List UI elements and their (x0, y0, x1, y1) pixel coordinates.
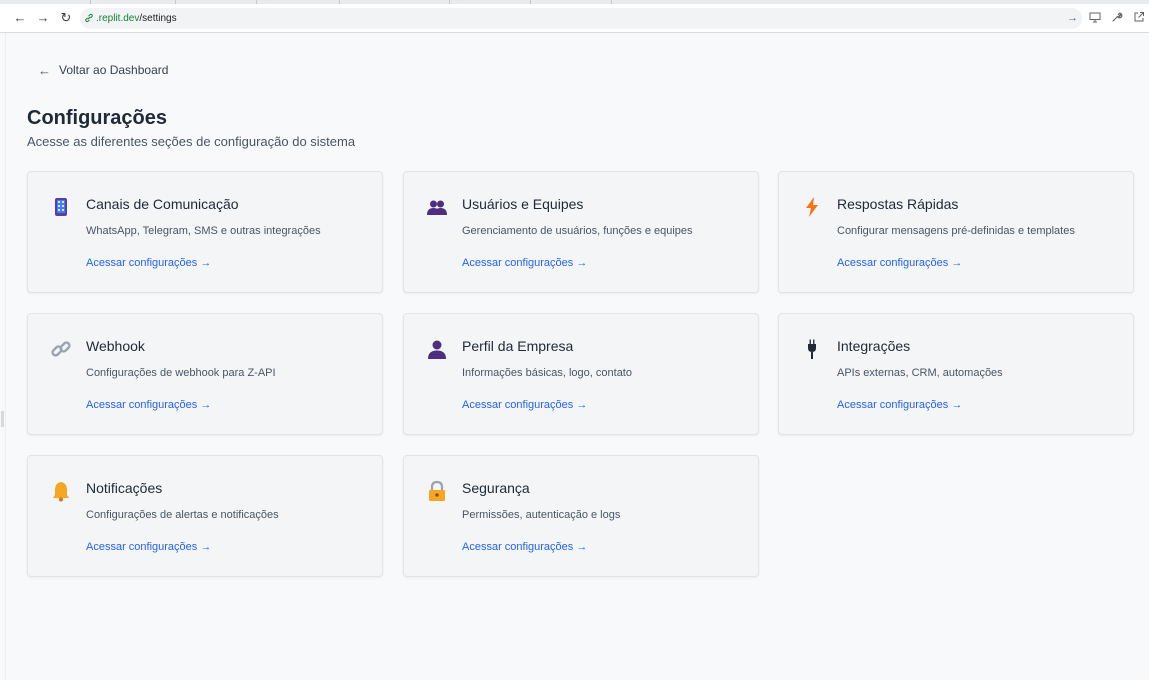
bell-icon (50, 480, 72, 502)
card-description: Configurar mensagens pré-definidas e tem… (837, 225, 1075, 237)
card-access-link[interactable]: Acessar configurações → (86, 398, 211, 412)
resize-handle[interactable] (1, 411, 4, 427)
card-title: Integrações (837, 338, 911, 354)
card-access-link[interactable]: Acessar configurações → (86, 256, 211, 270)
card-title: Segurança (462, 480, 530, 496)
lock-icon (426, 480, 448, 502)
settings-card-usuarios[interactable]: Usuários e Equipes Gerenciamento de usuá… (403, 171, 759, 293)
smartphone-icon (50, 196, 72, 218)
external-link-icon[interactable] (1132, 11, 1146, 25)
card-access-link[interactable]: Acessar configurações → (86, 540, 211, 554)
link-icon (84, 11, 94, 25)
card-title: Perfil da Empresa (462, 338, 574, 354)
page-subtitle: Acesse as diferentes seções de configura… (27, 134, 356, 149)
card-description: Configurações de webhook para Z-API (86, 367, 276, 379)
plug-icon (801, 338, 823, 360)
settings-card-integracoes[interactable]: Integrações APIs externas, CRM, automaçõ… (778, 313, 1134, 435)
url-text: .replit.dev/settings (96, 12, 177, 25)
settings-card-webhook[interactable]: Webhook Configurações de webhook para Z-… (27, 313, 383, 435)
users-icon (426, 196, 448, 218)
card-access-link[interactable]: Acessar configurações → (462, 540, 587, 554)
card-description: APIs externas, CRM, automações (837, 367, 1003, 379)
card-title: Notificações (86, 480, 163, 496)
card-title: Canais de Comunicação (86, 196, 239, 212)
url-host: .replit.dev (96, 13, 140, 24)
reload-icon[interactable]: ↻ (58, 10, 74, 26)
card-title: Respostas Rápidas (837, 196, 959, 212)
card-description: Gerenciamento de usuários, funções e equ… (462, 225, 693, 237)
go-arrow-icon[interactable]: → (1067, 11, 1078, 25)
card-description: Permissões, autenticação e logs (462, 509, 621, 521)
settings-card-respostas[interactable]: Respostas Rápidas Configurar mensagens p… (778, 171, 1134, 293)
card-access-link[interactable]: Acessar configurações → (462, 398, 587, 412)
card-title: Usuários e Equipes (462, 196, 584, 212)
wrench-icon[interactable] (1110, 11, 1124, 25)
back-label: Voltar ao Dashboard (59, 63, 169, 77)
card-description: Configurações de alertas e notificações (86, 509, 279, 521)
page-title: Configurações (27, 107, 168, 129)
forward-arrow-icon[interactable]: → (35, 10, 51, 26)
link-icon (50, 338, 72, 360)
address-bar[interactable]: .replit.dev/settings → (80, 8, 1082, 29)
browser-toolbar: ← → ↻ .replit.dev/settings → (0, 4, 1149, 33)
settings-card-seguranca[interactable]: Segurança Permissões, autenticação e log… (403, 455, 759, 577)
card-title: Webhook (86, 338, 145, 354)
arrow-left-icon: ← (38, 62, 51, 78)
lightning-icon (801, 196, 823, 218)
card-access-link[interactable]: Acessar configurações → (462, 256, 587, 270)
card-access-link[interactable]: Acessar configurações → (837, 398, 962, 412)
url-path: /settings (139, 13, 177, 24)
side-panel-edge (0, 33, 6, 680)
monitor-icon[interactable] (1088, 11, 1102, 25)
settings-card-notificacoes[interactable]: Notificações Configurações de alertas e … (27, 455, 383, 577)
card-description: Informações básicas, logo, contato (462, 367, 632, 379)
settings-card-perfil[interactable]: Perfil da Empresa Informações básicas, l… (403, 313, 759, 435)
back-arrow-icon[interactable]: ← (12, 10, 28, 26)
card-access-link[interactable]: Acessar configurações → (837, 256, 962, 270)
settings-card-canais[interactable]: Canais de Comunicação WhatsApp, Telegram… (27, 171, 383, 293)
back-to-dashboard-link[interactable]: ← Voltar ao Dashboard (38, 61, 168, 79)
person-icon (426, 338, 448, 360)
card-description: WhatsApp, Telegram, SMS e outras integra… (86, 225, 321, 237)
